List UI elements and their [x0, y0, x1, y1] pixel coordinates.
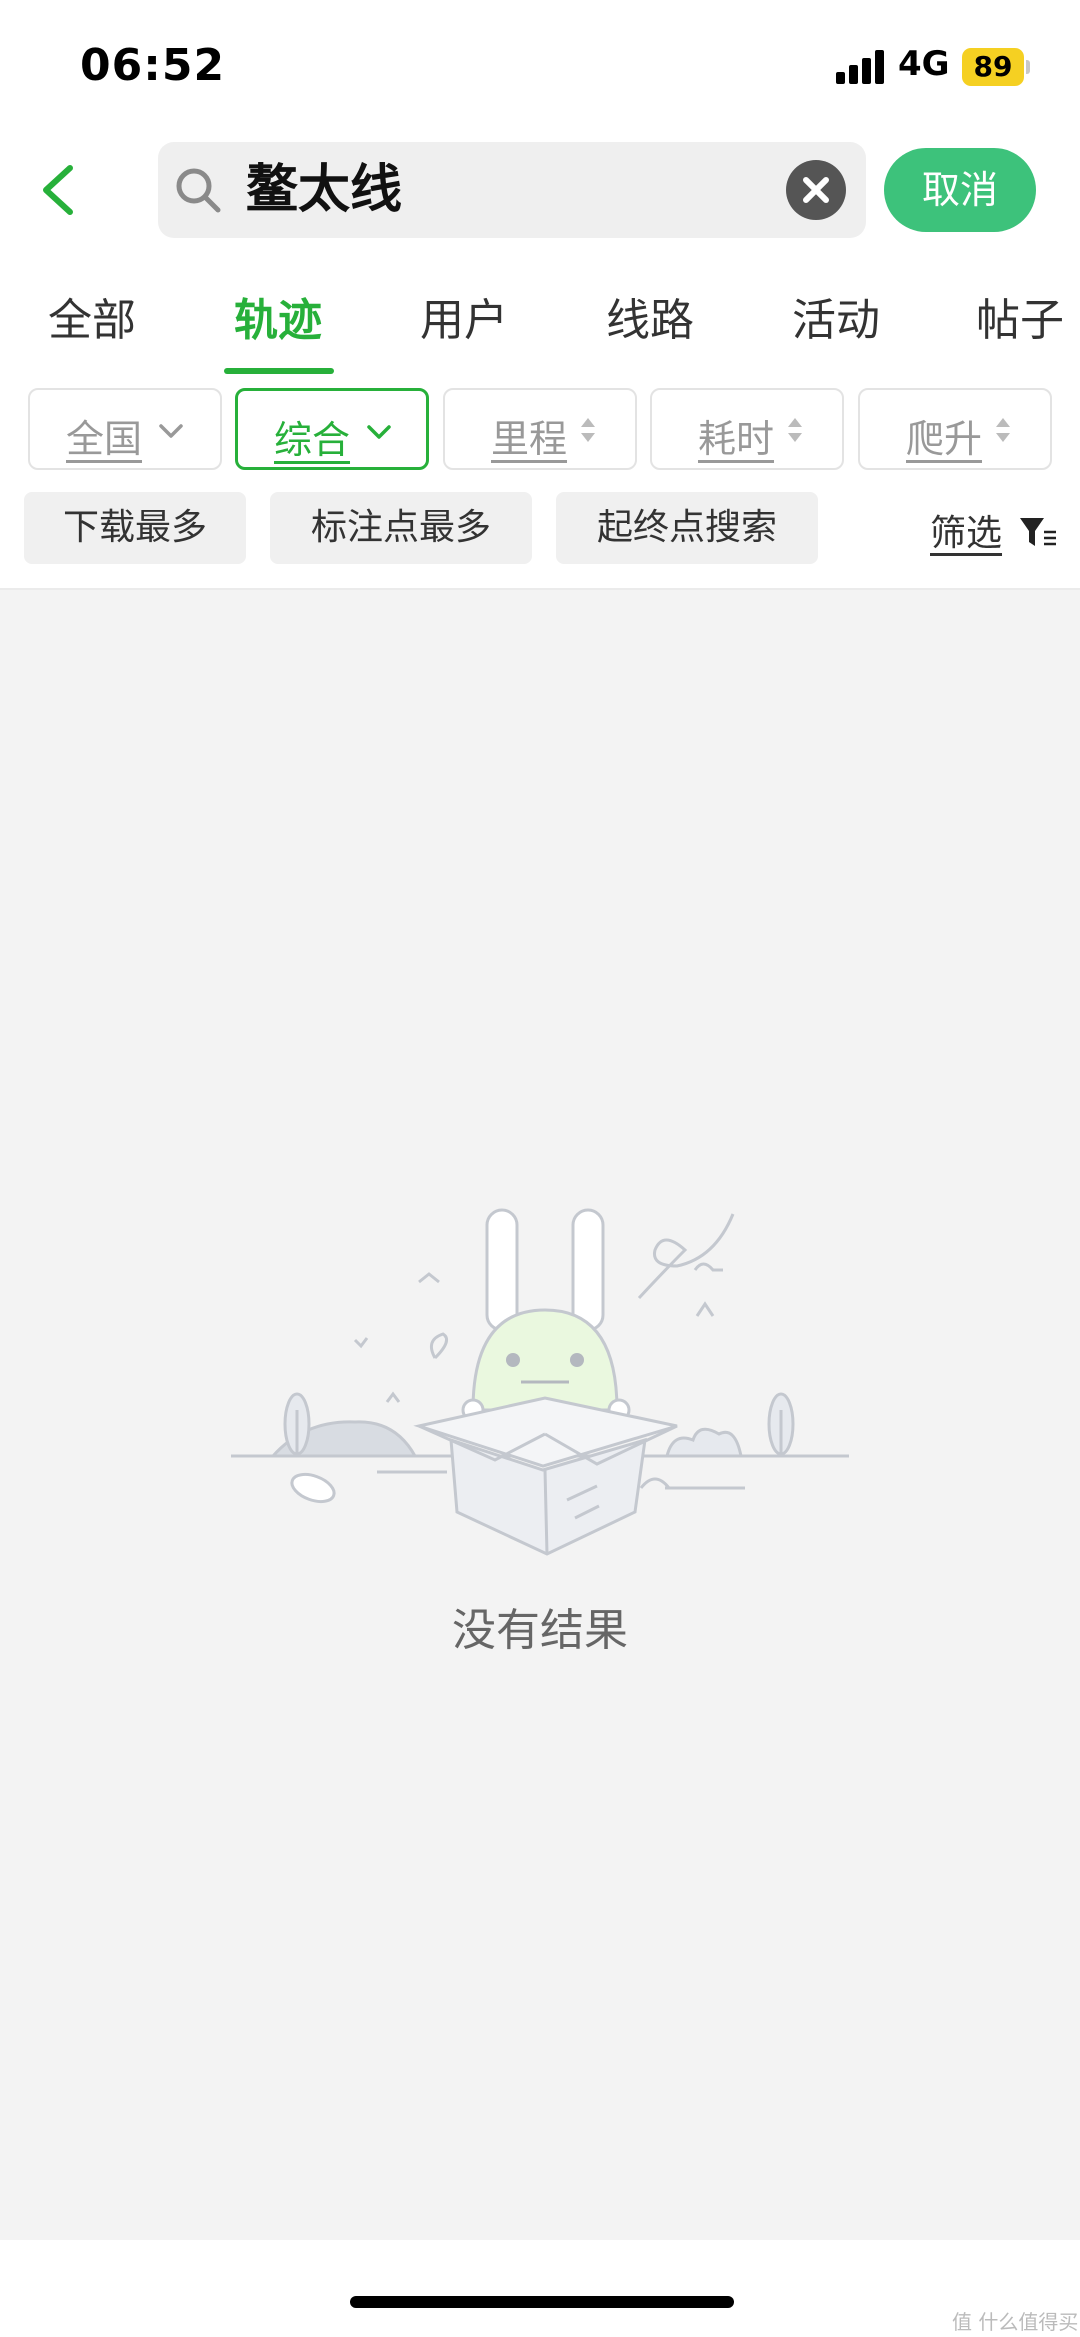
quick-filter-most-waypoints[interactable]: 标注点最多	[270, 492, 532, 564]
back-button[interactable]	[30, 150, 100, 230]
filter-sort-elevation[interactable]: 爬升	[858, 388, 1052, 470]
clear-search-button[interactable]	[786, 160, 846, 220]
tab-users[interactable]: 用户	[420, 284, 508, 348]
quick-filter-most-downloads[interactable]: 下载最多	[24, 492, 246, 564]
filter-funnel-icon[interactable]	[1018, 512, 1058, 552]
search-input[interactable]: 鳌太线	[246, 158, 402, 222]
filter-button[interactable]: 筛选	[930, 504, 1002, 556]
filter-region-label: 全国	[66, 417, 143, 461]
filter-sort-duration[interactable]: 耗时	[650, 388, 844, 470]
cancel-button[interactable]: 取消	[884, 148, 1036, 232]
sort-arrows-icon	[996, 418, 1010, 442]
quick-filter-start-end-search[interactable]: 起终点搜索	[556, 492, 818, 564]
filter-sort-distance[interactable]: 里程	[443, 388, 637, 470]
active-tab-indicator	[224, 368, 334, 374]
chevron-down-icon	[367, 425, 391, 439]
watermark: 值 什么值得买	[952, 2310, 1079, 2334]
battery-icon: 89	[962, 48, 1024, 86]
tab-all[interactable]: 全部	[48, 284, 136, 348]
status-time: 06:52	[80, 40, 226, 91]
signal-icon	[836, 50, 886, 84]
results-area: 没有结果	[0, 588, 1080, 2240]
network-type: 4G	[898, 44, 950, 84]
home-indicator[interactable]	[350, 2296, 734, 2308]
filter-region[interactable]: 全国	[28, 388, 222, 470]
sort-arrows-icon	[581, 418, 595, 442]
tab-routes[interactable]: 线路	[606, 284, 694, 348]
chevron-down-icon	[159, 424, 183, 438]
bottom-safe-area	[0, 2240, 1080, 2337]
search-box[interactable]: 鳌太线	[158, 142, 866, 238]
status-bar: 06:52 4G 89	[0, 0, 1080, 130]
chevron-left-icon	[43, 165, 73, 215]
empty-state-message: 没有结果	[452, 1605, 628, 1656]
search-icon	[176, 168, 221, 213]
result-tabs: 全部 轨迹 用户 线路 活动 帖子	[0, 270, 1080, 370]
filter-sort-duration-label: 耗时	[698, 417, 775, 461]
tab-activities[interactable]: 活动	[792, 284, 880, 348]
sort-arrows-icon	[788, 418, 802, 442]
filter-sort-elevation-label: 爬升	[906, 417, 983, 461]
filter-sort-overall[interactable]: 综合	[235, 388, 429, 470]
filter-sort-distance-label: 里程	[491, 417, 568, 461]
empty-box-rabbit-illustration	[231, 1208, 849, 1556]
filter-sort-overall-label: 综合	[274, 418, 351, 462]
battery-cap	[1026, 60, 1030, 74]
tab-tracks[interactable]: 轨迹	[234, 284, 322, 348]
close-icon	[803, 177, 829, 203]
tab-posts[interactable]: 帖子	[976, 284, 1064, 348]
